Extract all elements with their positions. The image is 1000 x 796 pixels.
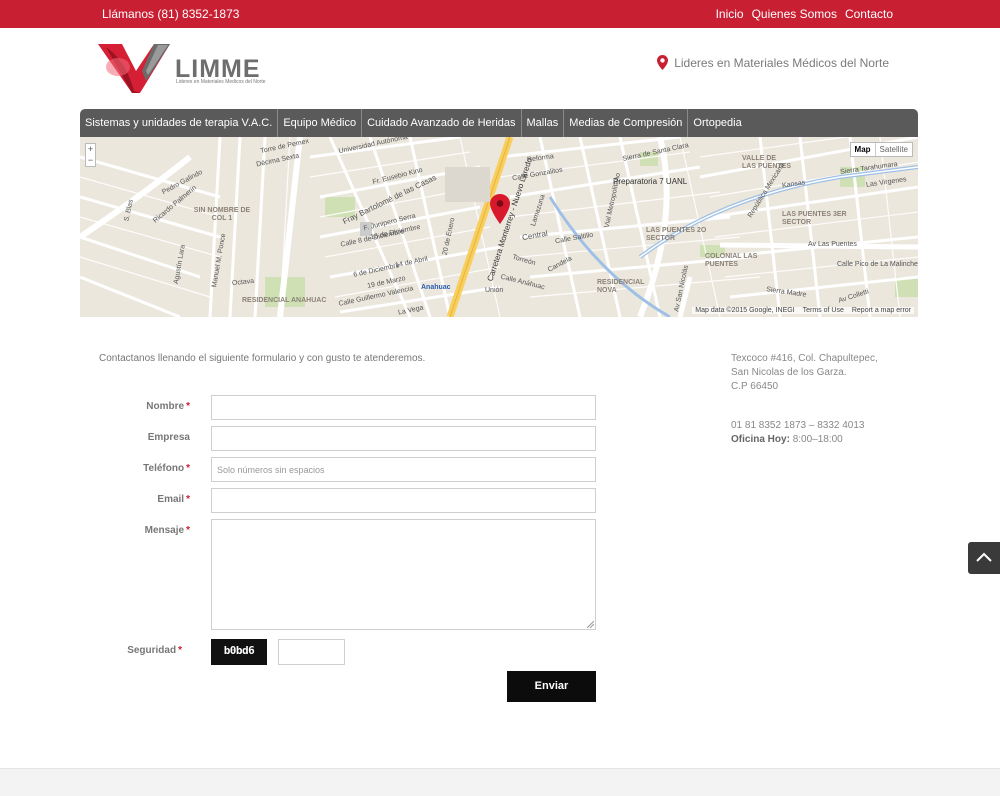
seguridad-label: Seguridad * <box>92 645 182 656</box>
top-links: Inicio Quienes Somos Contacto <box>716 7 893 21</box>
nombre-input[interactable] <box>211 395 596 420</box>
map[interactable]: Universidad Autónoma Pedro Galindo Ricar… <box>80 137 918 317</box>
map-attribution-text: Map data ©2015 Google, INEGI <box>695 307 795 314</box>
main-nav: Sistemas y unidades de terapia V.A.C. Eq… <box>80 109 918 137</box>
nav-link-inicio[interactable]: Inicio <box>716 7 744 21</box>
required-mark: * <box>186 525 190 536</box>
nav-item-ortopedia[interactable]: Ortopedia <box>688 109 746 137</box>
label-text: Empresa <box>147 432 190 443</box>
label-text: Email <box>157 494 185 505</box>
mensaje-label: Mensaje * <box>100 525 190 536</box>
required-mark: * <box>186 401 190 412</box>
captcha-image: b0bd6 <box>211 639 267 665</box>
hours-value: 8:00–18:00 <box>792 434 843 445</box>
required-mark: * <box>186 494 190 505</box>
zoom-out-button[interactable]: − <box>86 155 95 166</box>
address-block: Texcoco #416, Col. Chapultepec, San Nico… <box>731 352 878 394</box>
phone-numbers: 01 81 8352 1873 – 8332 4013 <box>731 420 865 431</box>
address-line: San Nicolas de los Garza. <box>731 367 847 378</box>
nav-item-mallas[interactable]: Mallas <box>522 109 565 137</box>
email-input[interactable] <box>211 488 596 513</box>
label-text: Teléfono <box>143 463 185 474</box>
telefono-input[interactable]: Solo números sin espacios <box>211 457 596 482</box>
empresa-input[interactable] <box>211 426 596 451</box>
label-text: Mensaje <box>144 525 185 536</box>
zoom-in-button[interactable]: + <box>86 144 95 155</box>
map-pin-icon <box>657 55 669 70</box>
nav-link-contacto[interactable]: Contacto <box>845 7 893 21</box>
map-attribution: Map data ©2015 Google, INEGI Terms of Us… <box>692 307 914 314</box>
map-canvas[interactable] <box>80 137 918 317</box>
chevron-up-icon <box>976 552 992 562</box>
back-to-top-button[interactable] <box>968 542 1000 574</box>
map-zoom-control: + − <box>85 143 96 167</box>
email-label: Email * <box>100 494 190 505</box>
telefono-placeholder: Solo números sin espacios <box>217 465 325 475</box>
map-type-control: Map Satellite <box>849 142 913 157</box>
hours-label: Oficina Hoy: <box>731 434 790 445</box>
mensaje-textarea[interactable] <box>211 519 596 630</box>
phone-text: Llámanos (81) 8352-1873 <box>102 7 240 21</box>
footer <box>0 768 1000 796</box>
map-report-link[interactable]: Report a map error <box>852 307 911 314</box>
label-text: Nombre <box>146 401 185 412</box>
label-text: Seguridad <box>127 645 177 656</box>
map-terms-link[interactable]: Terms of Use <box>803 307 844 314</box>
nav-item-cuidado-heridas[interactable]: Cuidado Avanzado de Heridas <box>362 109 522 137</box>
submit-button[interactable]: Enviar <box>507 671 596 702</box>
tagline-text: Lideres en Materiales Médicos del Norte <box>674 55 889 70</box>
required-mark: * <box>186 463 190 474</box>
nav-item-medias[interactable]: Medias de Compresión <box>564 109 689 137</box>
contact-info: 01 81 8352 1873 – 8332 4013 Oficina Hoy:… <box>731 419 864 447</box>
map-type-map-button[interactable]: Map <box>851 143 876 156</box>
contact-intro: Contactanos llenando el siguiente formul… <box>99 353 426 364</box>
captcha-input[interactable] <box>278 639 345 665</box>
empresa-label: Empresa <box>100 432 190 443</box>
resize-handle-icon[interactable] <box>587 621 594 628</box>
address-line: Texcoco #416, Col. Chapultepec, <box>731 353 878 364</box>
telefono-label: Teléfono * <box>100 463 190 474</box>
nombre-label: Nombre * <box>100 401 190 412</box>
map-marker-icon[interactable] <box>490 194 510 224</box>
top-bar: Llámanos (81) 8352-1873 Inicio Quienes S… <box>0 0 1000 28</box>
logo-subtitle: Lideres en Materiales Medicos del Norte <box>176 79 266 85</box>
nav-link-quienes-somos[interactable]: Quienes Somos <box>752 7 837 21</box>
address-line: C.P 66450 <box>731 381 779 392</box>
office-hours: Oficina Hoy: 8:00–18:00 <box>731 433 864 447</box>
logo[interactable]: LIMME Lideres en Materiales Medicos del … <box>96 41 271 97</box>
required-mark: * <box>178 645 182 656</box>
header: LIMME Lideres en Materiales Medicos del … <box>0 28 1000 109</box>
nav-item-equipo-medico[interactable]: Equipo Médico <box>278 109 363 137</box>
tagline: Lideres en Materiales Médicos del Norte <box>657 55 889 70</box>
nav-item-vac[interactable]: Sistemas y unidades de terapia V.A.C. <box>80 109 279 137</box>
logo-mark-icon <box>98 44 170 93</box>
map-type-satellite-button[interactable]: Satellite <box>876 143 912 156</box>
